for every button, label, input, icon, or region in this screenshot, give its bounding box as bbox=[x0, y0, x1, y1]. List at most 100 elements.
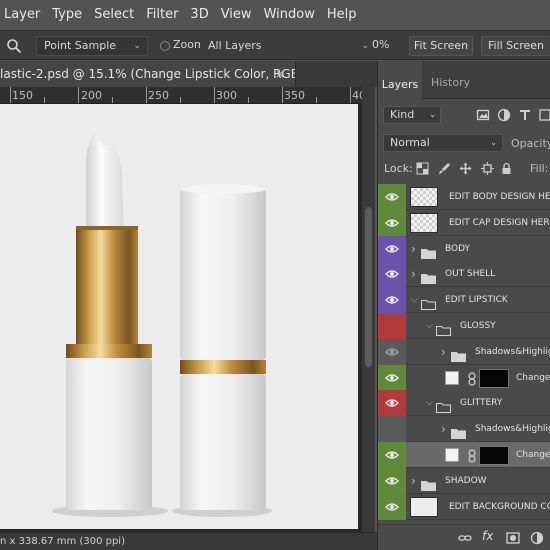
visibility-toggle[interactable] bbox=[378, 209, 406, 236]
menu-help[interactable]: Help bbox=[321, 0, 363, 30]
layer-thumbnail bbox=[410, 212, 438, 233]
ruler-label: 300 bbox=[216, 89, 237, 102]
chevron-down-icon[interactable]: ⌵ bbox=[426, 313, 433, 339]
ruler-tick bbox=[350, 87, 351, 103]
scrollbar-thumb[interactable] bbox=[365, 207, 372, 367]
layer-row[interactable]: › BODY bbox=[378, 235, 550, 262]
layer-mask-thumbnail[interactable] bbox=[479, 368, 509, 388]
chevron-right-icon[interactable]: › bbox=[411, 261, 416, 287]
zoom-checkbox[interactable] bbox=[160, 41, 170, 51]
fit-screen-button[interactable]: Fit Screen bbox=[409, 36, 473, 56]
layer-name: OUT SHELL bbox=[445, 269, 496, 280]
ruler-label: 200 bbox=[81, 89, 102, 102]
layer-name: SHADOW bbox=[445, 475, 487, 486]
link-icon[interactable] bbox=[468, 448, 476, 463]
layer-row[interactable]: EDIT CAP DESIGN HERE bbox=[378, 209, 550, 236]
visibility-toggle[interactable] bbox=[378, 364, 406, 391]
chevron-right-icon[interactable]: › bbox=[411, 468, 416, 494]
layers-sample-select[interactable]: All Layers ⌄ bbox=[200, 36, 390, 56]
ruler-tick bbox=[282, 87, 283, 103]
layer-row[interactable]: ⌵ GLITTERY bbox=[378, 390, 550, 417]
link-layers-icon[interactable] bbox=[458, 531, 472, 545]
lock-position-icon[interactable] bbox=[459, 162, 472, 175]
adjustment-layer-icon[interactable] bbox=[530, 531, 544, 545]
filter-adjustment-icon[interactable] bbox=[497, 108, 511, 122]
layer-name: Shadows&Highlights bbox=[475, 424, 550, 435]
close-icon[interactable]: × bbox=[275, 61, 285, 87]
visibility-toggle[interactable] bbox=[378, 287, 406, 314]
menu-filter[interactable]: Filter bbox=[140, 0, 184, 30]
chevron-down-icon[interactable]: ⌵ bbox=[411, 287, 418, 313]
chevron-right-icon[interactable]: › bbox=[441, 416, 446, 442]
blend-mode-select[interactable]: Normal ⌄ bbox=[383, 134, 503, 152]
visibility-toggle[interactable] bbox=[378, 416, 406, 443]
options-bar: Point Sample ⌄ Zoom All Layers ⌄ 0% Fit … bbox=[0, 30, 550, 60]
visibility-toggle[interactable] bbox=[378, 313, 406, 339]
filter-type-icon[interactable] bbox=[518, 108, 532, 122]
vertical-scrollbar[interactable] bbox=[362, 87, 375, 532]
layer-row[interactable]: › Shadows&Highlights bbox=[378, 416, 550, 443]
tolerance-value[interactable]: 0% bbox=[372, 38, 389, 51]
layer-thumbnail bbox=[410, 496, 438, 517]
visibility-toggle[interactable] bbox=[378, 235, 406, 262]
menu-type[interactable]: Type bbox=[46, 0, 88, 30]
layer-row[interactable]: › Shadows&Highlights bbox=[378, 338, 550, 365]
layer-name: BODY bbox=[445, 243, 471, 254]
chevron-right-icon[interactable]: › bbox=[411, 236, 416, 262]
opacity-label: Opacity: bbox=[511, 137, 550, 150]
fill-screen-button[interactable]: Fill Screen bbox=[481, 36, 550, 56]
layer-row[interactable]: Change Lipstick Color bbox=[378, 364, 550, 391]
tab-layers[interactable]: Layers bbox=[378, 61, 422, 99]
visibility-toggle[interactable] bbox=[378, 390, 406, 417]
tab-history[interactable]: History bbox=[431, 61, 470, 99]
lock-label: Lock: bbox=[384, 162, 413, 175]
folder-icon bbox=[436, 321, 451, 336]
visibility-toggle[interactable] bbox=[378, 442, 406, 468]
layer-row[interactable]: ⌵ EDIT LIPSTICK bbox=[378, 287, 550, 314]
visibility-toggle[interactable] bbox=[378, 493, 406, 520]
visibility-toggle[interactable] bbox=[378, 261, 406, 288]
filter-shape-icon[interactable] bbox=[538, 108, 550, 122]
document-tab[interactable]: lastic-2.psd @ 15.1% (Change Lipstick Co… bbox=[0, 61, 296, 87]
chevron-right-icon[interactable]: › bbox=[441, 339, 446, 365]
menu-select[interactable]: Select bbox=[88, 0, 140, 30]
zoom-tool-icon[interactable] bbox=[6, 38, 22, 54]
ruler-tick bbox=[180, 97, 181, 103]
ruler-tick bbox=[78, 87, 79, 103]
layer-name: EDIT BODY DESIGN HERE bbox=[449, 192, 550, 202]
sample-size-select[interactable]: Point Sample ⌄ bbox=[36, 36, 148, 56]
chevron-down-icon: ⌄ bbox=[429, 110, 436, 119]
layer-row[interactable]: EDIT BACKGROUND COLOR bbox=[378, 493, 550, 520]
fx-icon[interactable]: fx bbox=[482, 529, 493, 543]
layer-row[interactable]: › SHADOW bbox=[378, 467, 550, 494]
menu-layer[interactable]: Layer bbox=[0, 0, 46, 30]
lock-all-icon[interactable] bbox=[500, 162, 513, 175]
fill-label: Fill: bbox=[530, 162, 549, 175]
folder-icon bbox=[436, 398, 451, 414]
layer-row[interactable]: ⌵ GLOSSY bbox=[378, 313, 550, 339]
document-canvas[interactable] bbox=[0, 104, 358, 529]
lock-brush-icon[interactable] bbox=[438, 162, 451, 175]
layer-thumbnail bbox=[410, 187, 438, 207]
status-bar: n x 338.67 mm (300 ppi) bbox=[0, 532, 377, 550]
chevron-down-icon[interactable]: ⌵ bbox=[426, 390, 433, 416]
add-mask-icon[interactable] bbox=[506, 531, 520, 545]
visibility-toggle[interactable] bbox=[378, 338, 406, 365]
layer-mask-thumbnail[interactable] bbox=[479, 446, 509, 465]
tab-bar-empty bbox=[296, 61, 377, 87]
layer-row[interactable]: Change Lipstick Color bbox=[378, 442, 550, 468]
lock-transparent-icon[interactable] bbox=[416, 162, 429, 175]
menu-window[interactable]: Window bbox=[258, 0, 321, 30]
filter-pixel-icon[interactable] bbox=[476, 108, 490, 122]
layer-row[interactable]: › OUT SHELL bbox=[378, 261, 550, 288]
layer-row[interactable]: EDIT BODY DESIGN HERE bbox=[378, 184, 550, 210]
lock-artboard-icon[interactable] bbox=[481, 162, 494, 175]
link-icon[interactable] bbox=[468, 371, 476, 386]
visibility-toggle[interactable] bbox=[378, 467, 406, 494]
menu-view[interactable]: View bbox=[215, 0, 258, 30]
filter-kind-select[interactable]: Kind ⌄ bbox=[383, 106, 441, 124]
visibility-toggle[interactable] bbox=[378, 184, 406, 210]
document-dimensions: n x 338.67 mm (300 ppi) bbox=[0, 536, 125, 547]
ruler-label: 40 bbox=[352, 89, 362, 102]
menu-3d[interactable]: 3D bbox=[184, 0, 214, 30]
